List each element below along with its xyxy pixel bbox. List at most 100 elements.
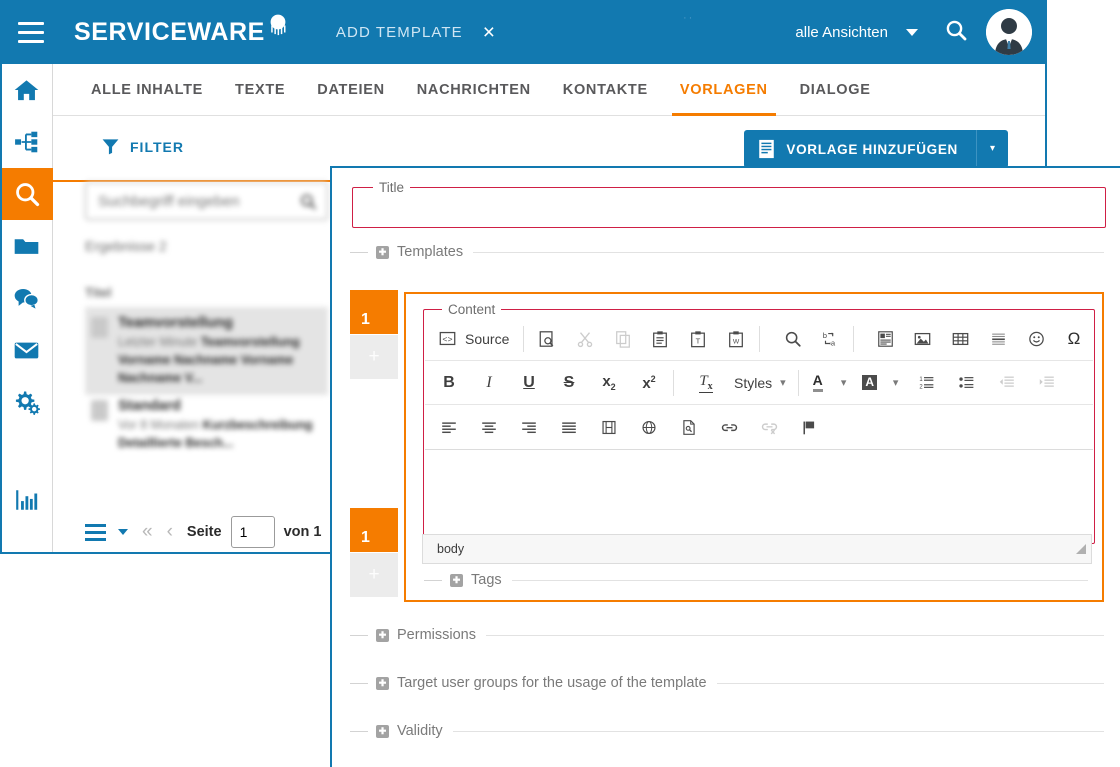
background-color-dropdown[interactable]: ▾ — [885, 367, 907, 399]
text-color-button[interactable]: A — [803, 367, 833, 399]
italic-button[interactable]: I — [469, 367, 509, 399]
list-item[interactable]: Teamvorstellung Letzter Minute Teamvorst… — [85, 307, 328, 396]
anchor-button[interactable] — [789, 411, 829, 443]
expand-icon[interactable] — [376, 724, 389, 738]
copy-button[interactable] — [604, 323, 642, 355]
page-number-input[interactable] — [230, 516, 275, 548]
section-target-user-groups[interactable]: Target user groups for the usage of the … — [350, 675, 1104, 691]
text-color-dropdown[interactable]: ▾ — [833, 367, 855, 399]
tab-dateien[interactable]: DATEIEN — [301, 64, 400, 116]
editor-content-area[interactable] — [425, 450, 1093, 528]
list-item[interactable]: Standard Vor 8 Monaten Kurzbeschreibung … — [85, 390, 328, 460]
tab-dialoge[interactable]: DIALOGE — [784, 64, 887, 116]
search-icon[interactable] — [944, 18, 968, 47]
menu-toggle-button[interactable] — [0, 0, 62, 64]
table-button[interactable] — [942, 323, 980, 355]
expand-icon[interactable] — [450, 573, 463, 587]
decrease-indent-button[interactable] — [987, 367, 1027, 399]
first-page-button[interactable]: « — [142, 521, 153, 543]
align-justify-button[interactable] — [549, 411, 589, 443]
template-row-number: 1 — [350, 290, 398, 334]
chevron-down-icon[interactable] — [906, 28, 918, 36]
smiley-icon — [1028, 331, 1044, 346]
horizontal-rule-button[interactable] — [980, 323, 1018, 355]
templates-button[interactable] — [866, 323, 904, 355]
unlink-button[interactable] — [749, 411, 789, 443]
brand-logo[interactable]: SERVICEWARE — [74, 14, 290, 45]
sidebar-item-settings[interactable] — [0, 376, 53, 428]
cut-button[interactable] — [566, 323, 604, 355]
sidebar-item-search[interactable] — [0, 168, 53, 220]
list-options-icon[interactable] — [85, 522, 106, 543]
bulleted-list-button[interactable] — [947, 367, 987, 399]
underline-button[interactable]: U — [509, 367, 549, 399]
tab-alle-inhalte[interactable]: ALLE INHALTE — [75, 64, 219, 116]
preview-icon — [539, 330, 554, 347]
paste-as-text-button[interactable]: T — [679, 323, 717, 355]
add-template-button[interactable]: VORLAGE HINZUFÜGEN — [744, 130, 976, 168]
sidebar-item-mail[interactable] — [0, 324, 53, 376]
tab-nachrichten[interactable]: NACHRICHTEN — [401, 64, 547, 116]
special-character-button[interactable]: Ω — [1055, 323, 1093, 355]
remove-format-button[interactable]: Tx — [686, 367, 726, 399]
subscript-button[interactable]: x2 — [589, 367, 629, 399]
document-link-button[interactable] — [669, 411, 709, 443]
add-row-button[interactable]: + — [350, 553, 398, 597]
expand-icon[interactable] — [376, 245, 389, 259]
add-template-dropdown-button[interactable]: ▾ — [976, 130, 1008, 168]
bulleted-list-icon — [959, 377, 974, 388]
search-input[interactable] — [96, 191, 299, 211]
section-dash — [350, 730, 368, 732]
align-center-button[interactable] — [469, 411, 509, 443]
editor-resize-grip[interactable] — [1076, 544, 1086, 554]
iframe-button[interactable] — [629, 411, 669, 443]
section-templates[interactable]: Templates — [350, 244, 1104, 260]
tab-vorlagen[interactable]: VORLAGEN — [664, 64, 784, 116]
search-input-wrapper[interactable] — [85, 182, 328, 220]
source-label: Source — [465, 330, 510, 347]
superscript-button[interactable]: x2 — [629, 367, 669, 399]
image-button[interactable] — [904, 323, 942, 355]
styles-dropdown[interactable]: Styles ▾ — [726, 367, 794, 399]
smiley-button[interactable] — [1017, 323, 1055, 355]
preview-button[interactable] — [528, 323, 566, 355]
views-selector-label[interactable]: alle Ansichten — [795, 24, 888, 41]
expand-icon[interactable] — [376, 628, 389, 642]
sidebar-item-folder[interactable] — [0, 220, 53, 272]
tab-texte[interactable]: TEXTE — [219, 64, 301, 116]
section-permissions[interactable]: Permissions — [350, 627, 1104, 643]
sidebar-item-chat[interactable] — [0, 272, 53, 324]
avatar[interactable] — [986, 9, 1032, 55]
align-left-button[interactable] — [429, 411, 469, 443]
title-input[interactable] — [365, 200, 1093, 229]
close-icon[interactable]: × — [483, 22, 495, 43]
add-row-button[interactable]: + — [350, 335, 398, 379]
list-item-title: Teamvorstellung — [118, 315, 233, 331]
align-right-button[interactable] — [509, 411, 549, 443]
section-tags[interactable]: Tags — [424, 572, 1088, 588]
find-button[interactable] — [774, 323, 812, 355]
chevron-down-icon: ▾ — [989, 143, 996, 154]
broken-link-icon — [761, 422, 777, 434]
source-button[interactable]: <> Source — [429, 323, 519, 355]
replace-button[interactable]: b a — [812, 323, 850, 355]
background-color-button[interactable]: A — [855, 367, 885, 399]
filter-button[interactable]: FILTER — [101, 137, 184, 156]
expand-icon[interactable] — [376, 676, 389, 690]
prev-page-button[interactable]: ‹ — [167, 521, 173, 543]
section-validity[interactable]: Validity — [350, 723, 1104, 739]
numbered-list-button[interactable]: 1 2 — [907, 367, 947, 399]
paste-from-word-button[interactable]: W — [717, 323, 755, 355]
chevron-down-icon[interactable] — [118, 529, 128, 535]
increase-indent-button[interactable] — [1027, 367, 1067, 399]
sidebar-item-hierarchy[interactable] — [0, 116, 53, 168]
search-icon[interactable] — [299, 192, 317, 211]
sidebar-item-home[interactable] — [0, 64, 53, 116]
sidebar-item-reports[interactable] — [0, 474, 53, 526]
link-button[interactable] — [709, 411, 749, 443]
paste-button[interactable] — [642, 323, 680, 355]
tab-kontakte[interactable]: KONTAKTE — [547, 64, 664, 116]
bold-button[interactable]: B — [429, 367, 469, 399]
strikethrough-button[interactable]: S — [549, 367, 589, 399]
video-button[interactable] — [589, 411, 629, 443]
